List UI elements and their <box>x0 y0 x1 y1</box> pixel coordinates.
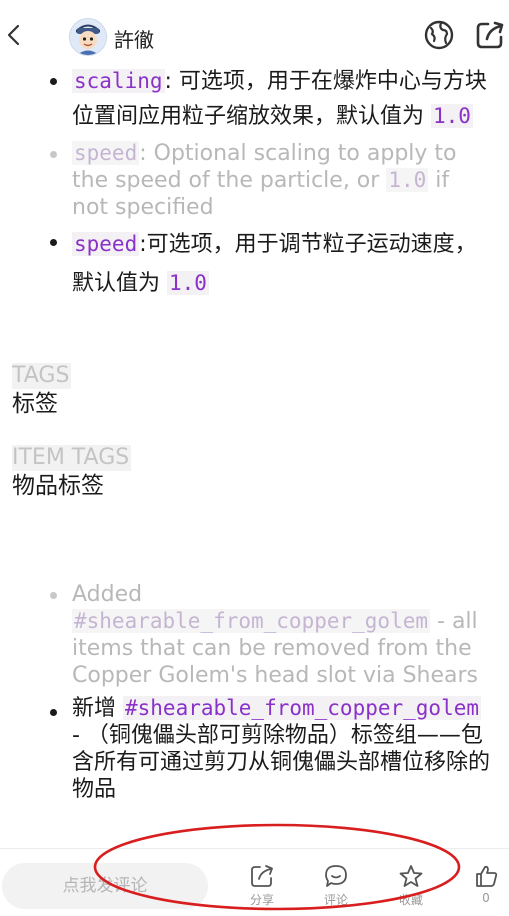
section-title-item-tags-en: ITEM TAGS <box>12 445 132 471</box>
list-item: speed: Optional scaling to apply to the … <box>0 140 509 221</box>
section-title-tags-zh: 标签 <box>12 391 58 417</box>
code-scaling: scaling <box>72 69 165 93</box>
section-title-item-tags-zh: 物品标签 <box>12 473 104 499</box>
list-item: speed:可选项，用于调节粒子运动速度，默认值为 1.0 <box>0 225 509 303</box>
list-item: scaling: 可选项，用于在爆炸中心与方块位置间应用粒子缩放效果，默认值为 … <box>0 64 509 134</box>
globe-icon[interactable] <box>422 18 456 52</box>
like-button[interactable]: 0 <box>461 857 509 905</box>
item-prefix: 新增 <box>72 696 123 721</box>
author-avatar[interactable] <box>69 18 107 56</box>
back-arrow-icon[interactable] <box>4 20 24 50</box>
star-icon <box>399 865 423 887</box>
comment-input[interactable]: 点我发评论 <box>2 863 208 909</box>
item-tags-list: Added #shearable_from_copper_golem - all… <box>0 581 509 803</box>
article-content: scaling: 可选项，用于在爆炸中心与方块位置间应用粒子缩放效果，默认值为 … <box>0 60 509 803</box>
comment-bubble-icon <box>325 865 347 887</box>
avatar-face-icon <box>70 19 106 55</box>
comment-button[interactable]: 评论 <box>311 857 361 908</box>
bottom-action-bar: 点我发评论 分享 评论 收藏 0 <box>0 848 509 916</box>
top-bar: 許徹 <box>0 0 509 66</box>
code-speed: speed <box>72 232 140 256</box>
like-count: 0 <box>482 891 490 905</box>
item-prefix: Added <box>72 582 143 607</box>
particle-options-list: scaling: 可选项，用于在爆炸中心与方块位置间应用粒子缩放效果，默认值为 … <box>0 64 509 303</box>
share-out-icon[interactable] <box>473 18 507 52</box>
share-button[interactable]: 分享 <box>237 857 287 908</box>
code-tag: #shearable_from_copper_golem <box>72 609 431 633</box>
share-icon <box>251 865 273 887</box>
comment-label: 评论 <box>323 893 348 907</box>
thumbs-up-icon <box>476 865 498 887</box>
author-name[interactable]: 許徹 <box>114 24 154 53</box>
code-tag: #shearable_from_copper_golem <box>123 696 482 720</box>
code-speed: speed <box>72 141 140 165</box>
section-title-tags-en: TAGS <box>12 363 72 389</box>
list-item: 新增 #shearable_from_copper_golem - （铜傀儡头部… <box>0 695 509 803</box>
code-value: 1.0 <box>386 168 429 192</box>
share-label: 分享 <box>249 893 274 907</box>
code-value: 1.0 <box>167 271 209 295</box>
item-text: - （铜傀儡头部可剪除物品）标签组——包含所有可通过剪刀从铜傀儡头部槽位移除的物… <box>72 723 491 802</box>
favorite-label: 收藏 <box>398 893 423 907</box>
list-item: Added #shearable_from_copper_golem - all… <box>0 581 509 689</box>
code-value: 1.0 <box>431 104 473 128</box>
favorite-button[interactable]: 收藏 <box>386 857 436 908</box>
